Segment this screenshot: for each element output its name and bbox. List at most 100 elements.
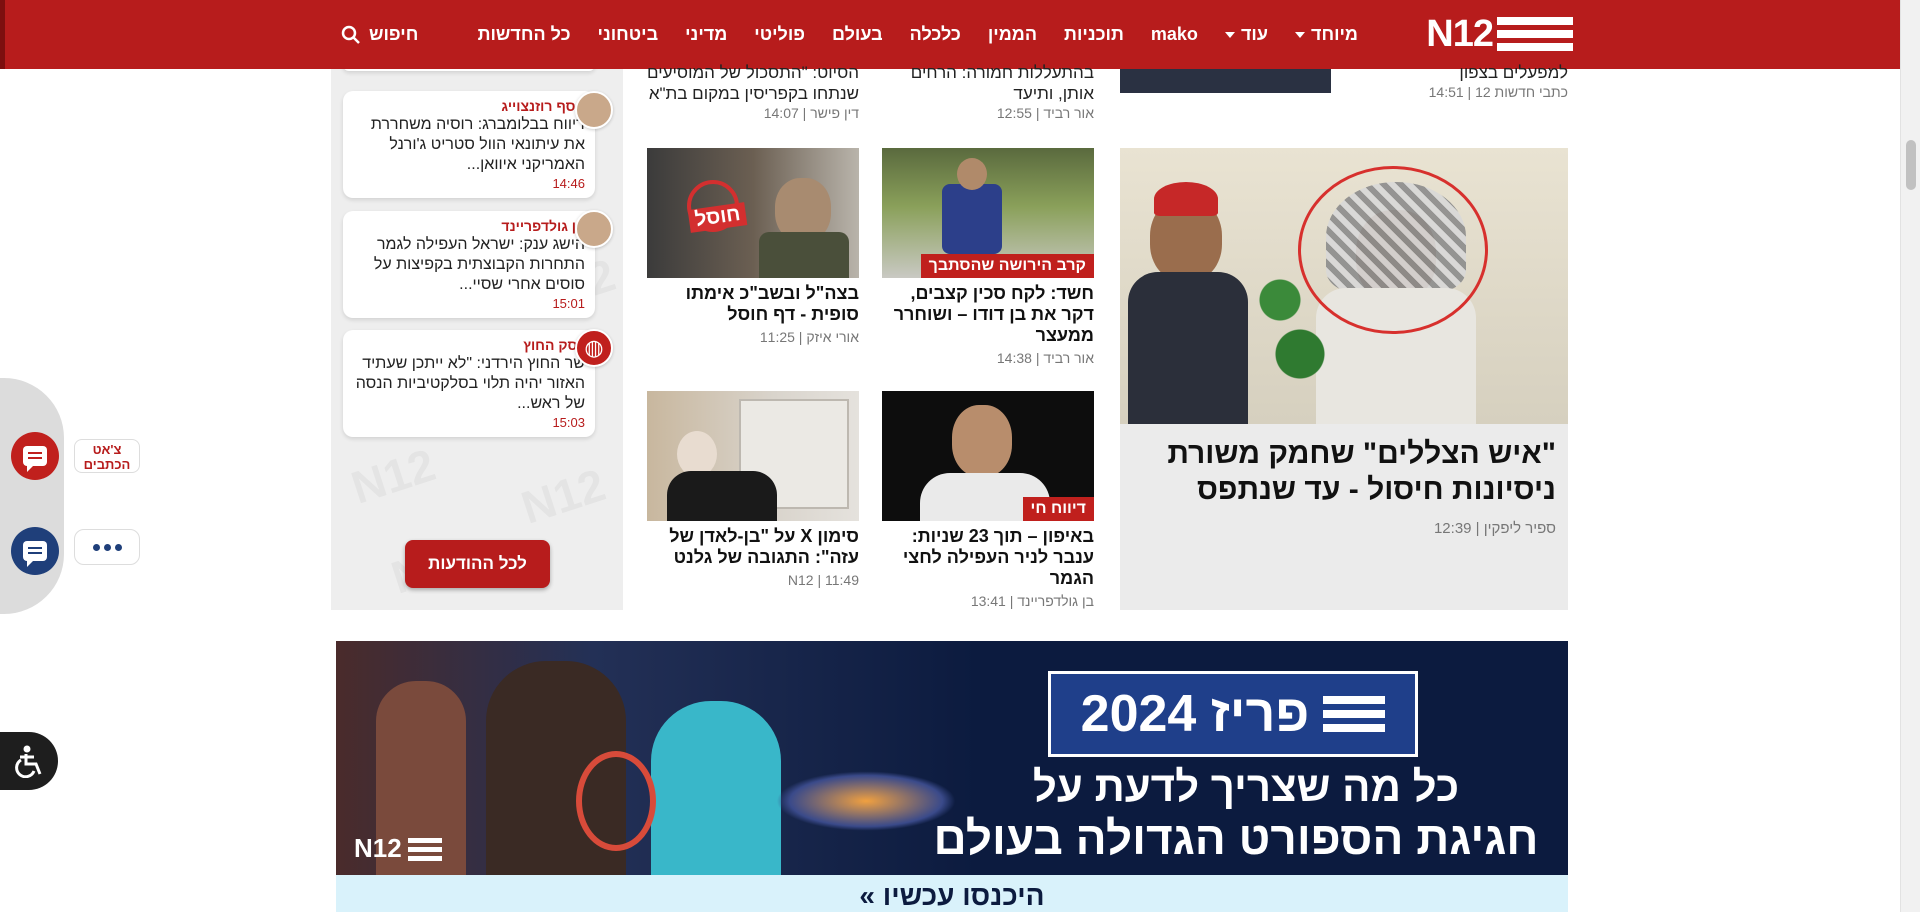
messages-button[interactable] [11,527,59,575]
featured-article-image [1120,148,1568,424]
paris-2024-banner[interactable]: פריז 2024 כל מה שצריך לדעת על חגיגת הספו… [336,641,1568,875]
update-text: דיווח בבלומברג: רוסיה משחררת את עיתונאי … [370,116,585,173]
article-thumbnail-partial[interactable] [1120,69,1331,93]
article-title: באיפון – תוך 23 שניות: ענבר לניר העפילה … [902,526,1094,588]
featured-article-meta: ספיר ליפקין | 12:39 [1433,520,1556,537]
update-time: 15:03 [552,415,585,430]
update-time: 14:46 [552,176,585,191]
avatar [575,210,613,248]
article-thumbnail: חוסל [647,148,859,278]
article-card[interactable]: חוסל בצה"ל ובשב"כ אימתו סופית - דף חוסל … [647,148,859,346]
typing-dots-indicator[interactable] [74,529,140,565]
nav-item-all-news[interactable]: כל החדשות [478,24,571,45]
logo-bars-icon [1323,696,1386,732]
article-thumbnail [647,391,859,521]
article-card[interactable]: סימון X על "בן-לאדן של עזה": התגובה של ג… [647,391,859,589]
article-author: N12 [787,572,814,588]
banner-headline-line2: חגיגת הספורט הגדולה בעולם [933,812,1539,864]
update-author: בן גולדפריינד [501,218,585,234]
article-card-partial[interactable]: למפעלים בצפון כתבי חדשות 12 | 14:51 [1340,62,1568,101]
update-card-partial[interactable] [343,69,595,71]
article-author: ספיר ליפקין [1483,520,1556,537]
paris-2024-logo: פריז 2024 [1048,671,1418,757]
article-card-partial[interactable]: בהתעללות חמורה: הרחים אותן, ותיעד אור רב… [882,62,1094,122]
banner-enter-now-button[interactable]: היכנסו עכשיו » [336,875,1568,912]
nav-item-more[interactable]: עוד [1224,24,1268,45]
nav-item-special-label: מיוחד [1310,24,1358,44]
article-time: 11:49 [825,572,859,588]
update-card[interactable]: דסק החוץ שר החוץ הירדני: "לא ייתכן שעתיד… [343,330,595,437]
top-navigation-bar: N12 כל החדשות ביטחוני מדיני פוליטי בעולם… [0,0,1900,69]
main-nav: כל החדשות ביטחוני מדיני פוליטי בעולם כלכ… [478,0,1358,69]
side-widget-tray [0,378,64,614]
chat-bubble-icon [23,541,47,567]
article-meta: N12 | 11:49 [787,572,859,588]
update-card[interactable]: אסף רוזנצוייג דיווח בבלומברג: רוסיה משחר… [343,91,595,198]
article-time: 14:07 [763,105,799,121]
article-title: סימון X על "בן-לאדן של עזה": התגובה של ג… [669,526,859,567]
article-author: אור רביד [1043,105,1094,121]
update-card[interactable]: בן גולדפריינד הישג ענק: ישראל העפילה לגמ… [343,211,595,318]
article-meta: אורי איזק | 11:25 [759,329,859,345]
article-author: אור רביד [1043,350,1094,366]
article-author: דין פישר [810,105,859,121]
logo-bars-icon [407,837,442,861]
accessibility-button[interactable] [0,732,58,790]
update-text: הישג ענק: ישראל העפילה לגמר התחרות הקבוצ… [373,236,585,293]
search-label: חיפוש [369,24,419,44]
nav-item-shows[interactable]: תוכניות [1064,24,1124,45]
nav-item-diplomatic[interactable]: מדיני [685,24,727,45]
article-card[interactable]: קרב הירושה שהסתבך חשד: לקח סכין קצבים, ד… [882,148,1094,367]
article-author: כתבי חדשות 12 [1475,84,1568,100]
accessibility-icon [15,745,42,778]
article-time: 14:51 [1428,84,1464,100]
athlete-figure [651,701,781,875]
search-button[interactable]: חיפוש [341,0,418,69]
scrollbar-thumb[interactable] [1906,140,1916,190]
nav-item-politics[interactable]: פוליטי [754,24,805,45]
nav-item-more-label: עוד [1240,24,1268,44]
nav-item-security[interactable]: ביטחוני [598,24,659,45]
article-title: הסיוט: "התסכול של המוסיעים שנתחו בקפריסי… [647,63,859,103]
article-author: אורי איזק [806,329,859,345]
search-icon [341,25,360,44]
featured-article[interactable]: "איש הצללים" שחמק משורת ניסיונות חיסול -… [1120,148,1568,610]
logo-bars-icon [1497,17,1573,51]
article-thumbnail: דיווח חי [882,391,1094,521]
article-card[interactable]: דיווח חי באיפון – תוך 23 שניות: ענבר לני… [882,391,1094,610]
article-meta: דין פישר | 14:07 [763,105,859,121]
all-updates-button[interactable]: לכל ההודעות [405,540,550,588]
n12-logo[interactable]: N12 [1423,14,1573,54]
reporters-chat-button[interactable] [11,432,59,480]
article-author: בן גולדפריינד [1017,593,1094,609]
chat-bubble-icon [23,446,47,472]
article-meta: כתבי חדשות 12 | 14:51 [1428,84,1568,100]
article-tag: קרב הירושה שהסתבך [920,254,1094,278]
nav-item-hamamin[interactable]: הממין [988,24,1037,45]
article-meta: בן גולדפריינד | 13:41 [970,593,1094,609]
logo-text: N12 [1426,13,1494,55]
avatar [575,91,613,129]
globe-icon: ◍ [575,329,613,367]
article-time: 13:41 [970,593,1006,609]
banner-n12-text: N12 [354,833,402,863]
chevron-down-icon [1224,31,1235,38]
article-time: 12:39 [1433,520,1472,537]
article-title: בצה"ל ובשב"כ אימתו סופית - דף חוסל [685,283,859,324]
nav-item-mako[interactable]: mako [1151,24,1198,45]
reporters-chat-label[interactable]: צ'אט הכתבים [74,439,140,473]
article-meta: אור רביד | 14:38 [996,350,1094,366]
update-text: שר החוץ הירדני: "לא ייתכן שעתיד האזור יה… [355,355,585,412]
chevron-down-icon [1294,31,1305,38]
article-tag: דיווח חי [1022,497,1094,521]
article-title: בהתעללות חמורה: הרחים אותן, ותיעד [910,63,1094,103]
featured-article-title: "איש הצללים" שחמק משורת ניסיונות חיסול -… [1167,437,1556,506]
page-scrollbar[interactable] [1900,0,1920,912]
nav-item-special[interactable]: מיוחד [1294,24,1358,45]
banner-headline-line1: כל מה שצריך לדעת על [1032,763,1460,810]
nav-item-economy[interactable]: כלכלה [910,24,961,45]
article-title: למפעלים בצפון [1459,63,1568,82]
article-card-partial[interactable]: הסיוט: "התסכול של המוסיעים שנתחו בקפריסי… [647,62,859,122]
nav-item-world[interactable]: בעולם [832,24,883,45]
article-time: 11:25 [759,329,795,345]
